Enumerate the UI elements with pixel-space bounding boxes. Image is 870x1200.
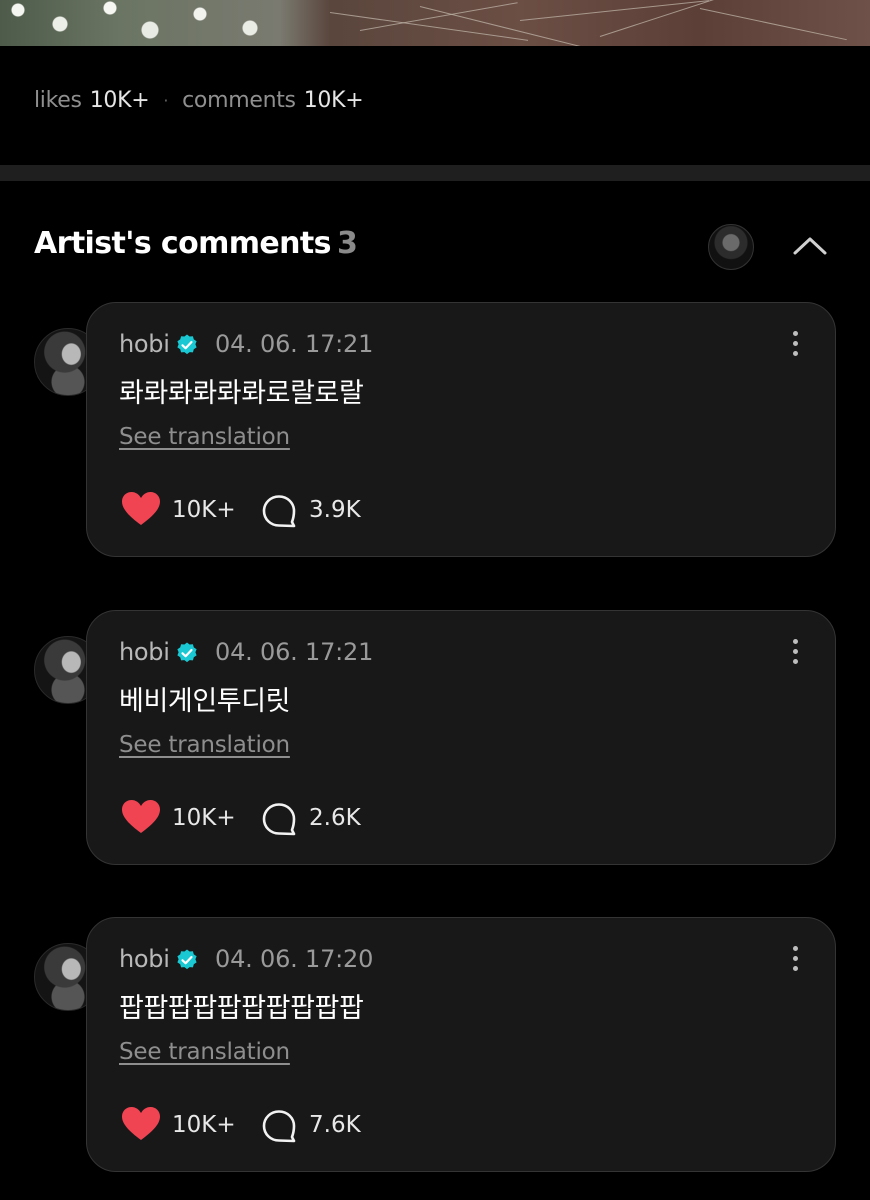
comment-text: 팝팝팝팝팝팝팝팝팝팝	[119, 993, 364, 1024]
comment-author[interactable]: hobi	[119, 330, 170, 358]
like-count: 10K+	[172, 805, 236, 831]
reply-bubble-icon[interactable]	[261, 494, 297, 528]
like-count: 10K+	[172, 1112, 236, 1138]
comments-value: 10K+	[303, 88, 364, 113]
stats-separator: ·	[163, 91, 169, 110]
more-options-icon[interactable]	[783, 331, 807, 361]
reply-count: 7.6K	[309, 1112, 361, 1138]
comment-card[interactable]: hobi 04. 06. 17:21 베비게인투디릿 See translati…	[86, 610, 836, 865]
more-options-icon[interactable]	[783, 639, 807, 669]
heart-icon[interactable]	[121, 1106, 161, 1142]
see-translation-link[interactable]: See translation	[119, 424, 290, 450]
reply-bubble-icon[interactable]	[261, 1109, 297, 1143]
verified-badge-icon	[177, 949, 197, 970]
see-translation-link[interactable]: See translation	[119, 732, 290, 758]
artist-comments-title-text: Artist's comments	[34, 226, 332, 261]
likes-value: 10K+	[89, 88, 150, 113]
comments-label: comments	[182, 88, 296, 113]
post-stats: likes 10K+ · comments 10K+	[34, 88, 364, 113]
verified-badge-icon	[177, 334, 197, 355]
artist-comment: hobi 04. 06. 17:20 팝팝팝팝팝팝팝팝팝팝 See transl…	[0, 917, 870, 1173]
reply-count: 3.9K	[309, 497, 361, 523]
chevron-up-icon	[793, 237, 827, 255]
more-options-icon[interactable]	[783, 946, 807, 976]
artist-comments-count: 3	[336, 226, 358, 261]
likes-label: likes	[34, 88, 82, 113]
like-count: 10K+	[172, 497, 236, 523]
comment-text: 베비게인투디릿	[119, 686, 291, 717]
comment-card[interactable]: hobi 04. 06. 17:21 롸롸롸롸롸롸로랄로랄 See transl…	[86, 302, 836, 557]
artist-avatar[interactable]	[708, 224, 754, 270]
comment-author[interactable]: hobi	[119, 945, 170, 973]
post-photo-edge	[0, 0, 870, 46]
comment-timestamp: 04. 06. 17:21	[215, 330, 374, 358]
section-divider	[0, 165, 870, 181]
reply-bubble-icon[interactable]	[261, 802, 297, 836]
artist-comment: hobi 04. 06. 17:21 롸롸롸롸롸롸로랄로랄 See transl…	[0, 302, 870, 558]
heart-icon[interactable]	[121, 799, 161, 835]
comment-author[interactable]: hobi	[119, 638, 170, 666]
comment-timestamp: 04. 06. 17:21	[215, 638, 374, 666]
comment-card[interactable]: hobi 04. 06. 17:20 팝팝팝팝팝팝팝팝팝팝 See transl…	[86, 917, 836, 1172]
verified-badge-icon	[177, 642, 197, 663]
heart-icon[interactable]	[121, 491, 161, 527]
see-translation-link[interactable]: See translation	[119, 1039, 290, 1065]
comment-text: 롸롸롸롸롸롸로랄로랄	[119, 378, 364, 409]
collapse-button[interactable]	[790, 228, 830, 264]
artist-comments-title: Artist's comments 3	[34, 226, 358, 261]
comment-timestamp: 04. 06. 17:20	[215, 945, 374, 973]
reply-count: 2.6K	[309, 805, 361, 831]
artist-comment: hobi 04. 06. 17:21 베비게인투디릿 See translati…	[0, 610, 870, 866]
